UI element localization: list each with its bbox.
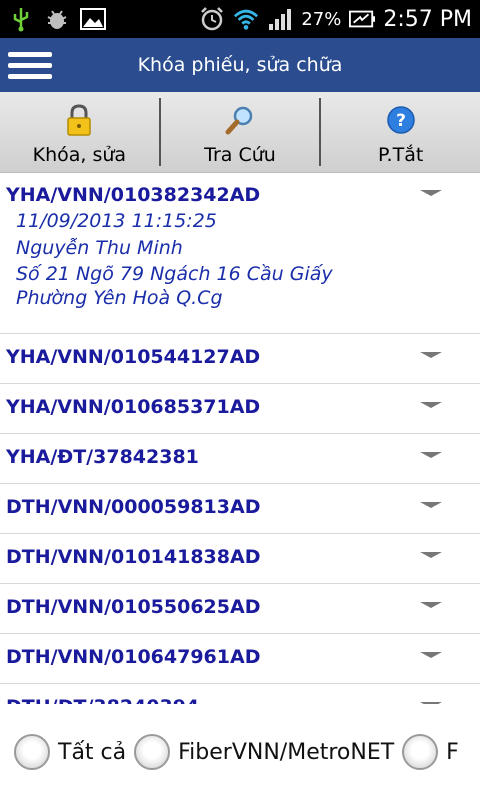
chevron-down-icon[interactable]	[420, 190, 442, 196]
shortcut-label: P.Tắt	[378, 144, 424, 166]
bug-icon	[44, 6, 70, 32]
ticket-code: DTH/VNN/010647961AD	[6, 646, 261, 668]
app-title: Khóa phiếu, sửa chữa	[137, 54, 343, 76]
radio-all-label: Tất cả	[58, 739, 127, 765]
ticket-datetime: 11/09/2013 11:15:25	[16, 210, 217, 232]
shortcut-button[interactable]: ? P.Tắt	[321, 92, 480, 172]
toolbar: Khóa, sửa Tra Cứu ? P.Tắt	[0, 92, 480, 173]
clock: 2:57 PM	[383, 6, 472, 32]
chevron-down-icon[interactable]	[420, 552, 442, 558]
menu-button[interactable]	[0, 38, 60, 92]
customer-address-line1: Số 21 Ngõ 79 Ngách 16 Cầu Giấy	[16, 263, 333, 285]
battery-charging-icon	[349, 6, 376, 32]
lock-repair-label: Khóa, sửa	[32, 144, 127, 166]
svg-text:?: ?	[396, 111, 406, 131]
battery-percent: 27%	[301, 8, 342, 30]
ticket-code: DTH/ĐT/38240394	[6, 694, 472, 704]
magnifier-icon	[222, 102, 258, 138]
ticket-details: 11/09/2013 11:15:25 Nguyễn Thu Minh Số 2…	[16, 208, 472, 310]
list-item[interactable]: DTH/VNN/010141838AD	[0, 534, 480, 584]
ticket-code: YHA/VNN/010544127AD	[6, 346, 261, 368]
signal-icon	[267, 6, 293, 32]
wifi-icon	[233, 6, 259, 32]
list-item[interactable]: YHA/VNN/010685371AD	[0, 384, 480, 434]
ticket-code: YHA/VNN/010382342AD	[6, 184, 261, 206]
ticket-code: DTH/VNN/000059813AD	[6, 496, 261, 518]
hamburger-icon	[8, 51, 52, 57]
chevron-down-icon[interactable]	[420, 452, 442, 458]
lookup-button[interactable]: Tra Cứu	[161, 92, 320, 172]
lock-icon	[61, 102, 97, 138]
lookup-label: Tra Cứu	[204, 144, 276, 166]
alarm-icon	[199, 6, 225, 32]
app-bar: Khóa phiếu, sửa chữa	[0, 38, 480, 92]
ticket-code: YHA/VNN/010685371AD	[6, 396, 261, 418]
radio-all[interactable]: Tất cả	[14, 734, 126, 770]
radio-circle[interactable]	[134, 734, 171, 770]
list-item[interactable]: YHA/ĐT/37842381	[0, 434, 480, 484]
chevron-down-icon[interactable]	[420, 652, 442, 658]
ticket-code: DTH/VNN/010141838AD	[6, 546, 261, 568]
radio-circle[interactable]	[402, 734, 439, 770]
chevron-down-icon[interactable]	[420, 352, 442, 358]
list-item[interactable]: DTH/VNN/010550625AD	[0, 584, 480, 634]
ticket-code: DTH/VNN/010550625AD	[6, 596, 261, 618]
list-item[interactable]: DTH/ĐT/38240394	[0, 684, 480, 704]
radio-circle[interactable]	[14, 734, 50, 770]
filter-radio-group: Tất cả FiberVNN/MetroNET F	[0, 704, 480, 800]
list-item[interactable]: DTH/VNN/010647961AD	[0, 634, 480, 684]
list-item[interactable]: YHA/VNN/010544127AD	[0, 334, 480, 384]
chevron-down-icon[interactable]	[420, 402, 442, 408]
lock-repair-button[interactable]: Khóa, sửa	[0, 92, 159, 172]
radio-third-option-label: F	[446, 739, 459, 765]
usb-icon	[8, 6, 34, 32]
list-item-expanded[interactable]: YHA/VNN/010382342AD 11/09/2013 11:15:25 …	[0, 172, 480, 334]
radio-third-option[interactable]: F	[402, 734, 459, 770]
customer-name: Nguyễn Thu Minh	[16, 237, 183, 259]
image-icon	[80, 6, 106, 32]
help-icon: ?	[383, 102, 419, 138]
customer-address-line2: Phường Yên Hoà Q.Cg	[16, 287, 223, 309]
radio-fibervnn-metronet-label: FiberVNN/MetroNET	[178, 739, 395, 765]
status-bar: 27% 2:57 PM	[0, 0, 480, 38]
list-item[interactable]: DTH/VNN/000059813AD	[0, 484, 480, 534]
chevron-down-icon[interactable]	[420, 602, 442, 608]
ticket-list: YHA/VNN/010382342AD 11/09/2013 11:15:25 …	[0, 172, 480, 704]
chevron-down-icon[interactable]	[420, 502, 442, 508]
radio-fibervnn-metronet[interactable]: FiberVNN/MetroNET	[134, 734, 394, 770]
ticket-code: YHA/ĐT/37842381	[6, 446, 199, 468]
